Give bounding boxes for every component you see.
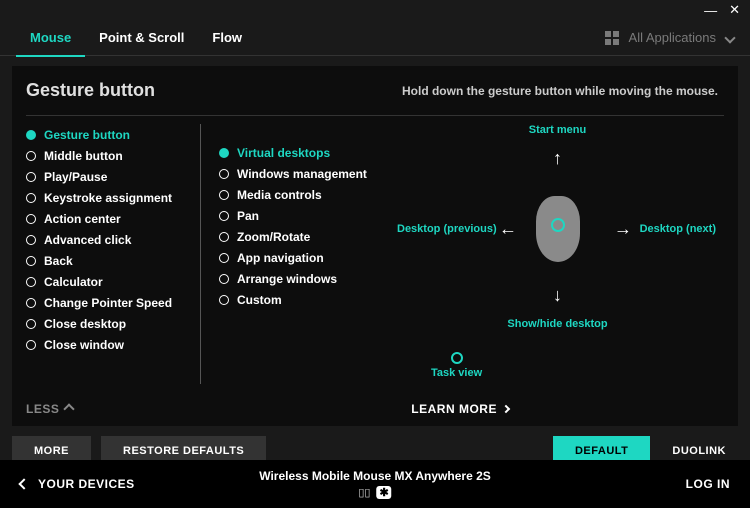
radio-icon bbox=[219, 169, 229, 179]
radio-icon bbox=[26, 256, 36, 266]
less-toggle[interactable]: LESS bbox=[26, 402, 73, 416]
minimize-button[interactable]: — bbox=[704, 3, 717, 18]
radio-icon bbox=[26, 298, 36, 308]
radio-icon bbox=[219, 190, 229, 200]
battery-icon: ▯▯ bbox=[358, 486, 370, 499]
device-name: Wireless Mobile Mouse MX Anywhere 2S bbox=[259, 469, 491, 483]
tab-mouse[interactable]: Mouse bbox=[16, 20, 85, 56]
radio-icon bbox=[26, 235, 36, 245]
gesture-click-label[interactable]: Task view bbox=[431, 352, 482, 379]
unifying-icon: ✱ bbox=[376, 486, 391, 499]
arrow-down-icon: ↓ bbox=[553, 285, 562, 306]
opt-zoom-rotate[interactable]: Zoom/Rotate bbox=[219, 226, 391, 247]
opt-play-pause[interactable]: Play/Pause bbox=[26, 166, 200, 187]
all-applications-dropdown[interactable]: All Applications bbox=[605, 30, 734, 45]
gesture-up-label[interactable]: Start menu bbox=[529, 124, 586, 136]
opt-back[interactable]: Back bbox=[26, 250, 200, 271]
action-list-secondary: Virtual desktops Windows management Medi… bbox=[201, 124, 391, 384]
opt-virtual-desktops[interactable]: Virtual desktops bbox=[219, 142, 391, 163]
close-button[interactable]: ✕ bbox=[729, 2, 740, 18]
chevron-down-icon bbox=[724, 32, 735, 43]
radio-icon bbox=[26, 151, 36, 161]
gesture-left-label[interactable]: Desktop (previous) bbox=[397, 223, 497, 235]
radio-icon bbox=[219, 253, 229, 263]
radio-icon bbox=[219, 148, 229, 158]
opt-custom[interactable]: Custom bbox=[219, 289, 391, 310]
tab-point-scroll[interactable]: Point & Scroll bbox=[85, 20, 198, 56]
opt-close-desktop[interactable]: Close desktop bbox=[26, 313, 200, 334]
radio-icon bbox=[26, 193, 36, 203]
all-applications-label: All Applications bbox=[629, 30, 716, 45]
device-info: Wireless Mobile Mouse MX Anywhere 2S ▯▯ … bbox=[259, 469, 491, 499]
fade-overlay bbox=[26, 364, 190, 384]
opt-middle-button[interactable]: Middle button bbox=[26, 145, 200, 166]
divider bbox=[26, 115, 724, 116]
opt-action-center[interactable]: Action center bbox=[26, 208, 200, 229]
opt-pan[interactable]: Pan bbox=[219, 205, 391, 226]
radio-icon bbox=[26, 319, 36, 329]
radio-icon bbox=[219, 295, 229, 305]
app-grid-icon bbox=[605, 31, 619, 45]
radio-icon bbox=[26, 214, 36, 224]
action-list-primary: Gesture button Middle button Play/Pause … bbox=[26, 124, 201, 384]
opt-close-window[interactable]: Close window bbox=[26, 334, 200, 355]
opt-media-controls[interactable]: Media controls bbox=[219, 184, 391, 205]
gesture-map: Start menu ↑ Desktop (next) → Desktop (p… bbox=[391, 124, 724, 384]
radio-icon bbox=[26, 130, 36, 140]
arrow-up-icon: ↑ bbox=[553, 148, 562, 169]
opt-app-navigation[interactable]: App navigation bbox=[219, 247, 391, 268]
opt-gesture-button[interactable]: Gesture button bbox=[26, 124, 200, 145]
opt-windows-management[interactable]: Windows management bbox=[219, 163, 391, 184]
gesture-button-dot bbox=[551, 218, 565, 232]
radio-icon bbox=[26, 277, 36, 287]
gesture-down-label[interactable]: Show/hide desktop bbox=[507, 318, 607, 330]
opt-keystroke-assignment[interactable]: Keystroke assignment bbox=[26, 187, 200, 208]
radio-icon bbox=[26, 340, 36, 350]
learn-more-link[interactable]: LEARN MORE bbox=[411, 402, 509, 416]
radio-icon bbox=[219, 274, 229, 284]
radio-icon bbox=[26, 172, 36, 182]
chevron-left-icon bbox=[18, 478, 29, 489]
opt-calculator[interactable]: Calculator bbox=[26, 271, 200, 292]
tab-flow[interactable]: Flow bbox=[198, 20, 256, 56]
panel-hint: Hold down the gesture button while movin… bbox=[402, 84, 718, 98]
arrow-right-icon: → bbox=[614, 219, 632, 240]
mouse-icon bbox=[536, 196, 580, 262]
chevron-right-icon bbox=[502, 405, 510, 413]
opt-advanced-click[interactable]: Advanced click bbox=[26, 229, 200, 250]
gesture-right-label[interactable]: Desktop (next) bbox=[640, 223, 716, 235]
radio-icon bbox=[219, 232, 229, 242]
opt-arrange-windows[interactable]: Arrange windows bbox=[219, 268, 391, 289]
login-button[interactable]: LOG IN bbox=[686, 477, 730, 491]
opt-change-pointer-speed[interactable]: Change Pointer Speed bbox=[26, 292, 200, 313]
your-devices-button[interactable]: YOUR DEVICES bbox=[20, 477, 135, 491]
radio-icon bbox=[219, 211, 229, 221]
chevron-up-icon bbox=[64, 403, 75, 414]
circle-icon bbox=[451, 352, 463, 364]
arrow-left-icon: ← bbox=[499, 219, 517, 240]
